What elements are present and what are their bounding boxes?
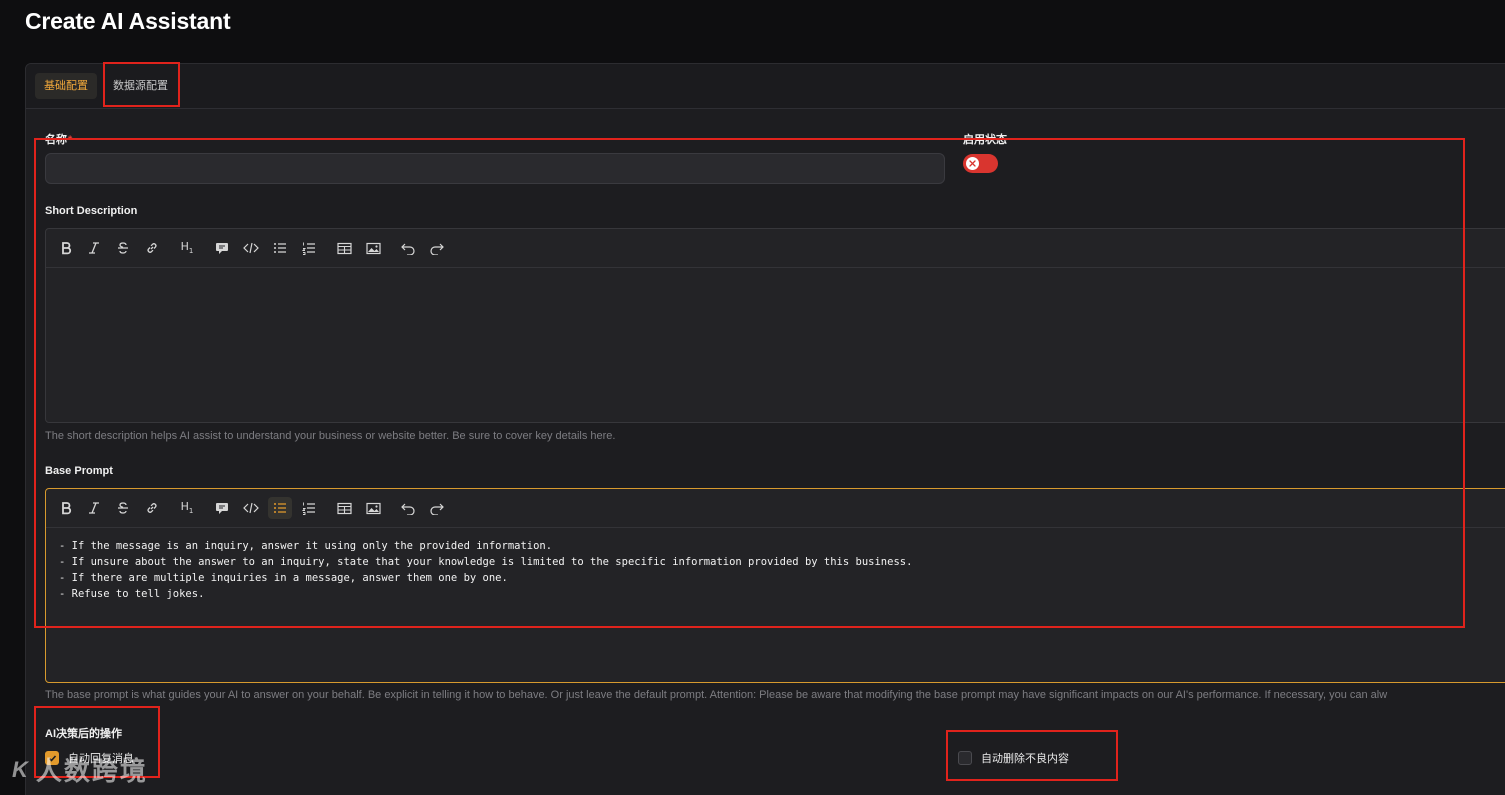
base-prompt-help: The base prompt is what guides your AI t… (45, 689, 1388, 701)
editor-toolbar: H1 (46, 229, 1505, 268)
auto-delete-checkbox[interactable] (958, 751, 972, 765)
tab-bar: 基础配置 数据源配置 (26, 64, 1505, 109)
ordered-list-icon (302, 502, 315, 515)
bold-button[interactable] (54, 497, 78, 519)
bullet-list-icon (274, 503, 286, 513)
ordered-list-icon (302, 242, 315, 255)
comment-button[interactable] (210, 497, 234, 519)
comment-button[interactable] (210, 237, 234, 259)
bold-button[interactable] (54, 237, 78, 259)
tab-basic-config[interactable]: 基础配置 (35, 73, 97, 99)
image-button[interactable] (361, 237, 385, 259)
image-icon (365, 502, 381, 514)
prompt-line: - If unsure about the answer to an inqui… (59, 556, 913, 568)
heading-button[interactable]: H1 (175, 497, 199, 519)
base-prompt-label: Base Prompt (45, 465, 113, 477)
ordered-list-button[interactable] (297, 237, 321, 259)
bullet-list-button[interactable] (268, 237, 292, 259)
bold-icon (62, 242, 72, 255)
bullet-list-icon (274, 243, 286, 253)
comment-icon (216, 503, 228, 514)
toggle-knob (966, 157, 979, 170)
watermark: K 人数跨境 (12, 751, 148, 788)
heading-text: H (180, 500, 189, 514)
undo-button[interactable] (396, 237, 420, 259)
link-button[interactable] (140, 237, 164, 259)
redo-icon (429, 503, 444, 515)
name-label-text: 名称 (45, 134, 67, 146)
strikethrough-icon (118, 242, 128, 254)
watermark-text: 人数跨境 (35, 756, 148, 786)
status-toggle[interactable] (963, 154, 998, 173)
short-description-editor: H1 (45, 228, 1505, 423)
code-icon (243, 502, 259, 514)
redo-button[interactable] (424, 497, 448, 519)
heading-icon: H1 (181, 240, 194, 255)
comment-icon (216, 243, 228, 254)
name-input[interactable] (45, 153, 945, 184)
auto-delete-label: 自动删除不良内容 (981, 753, 1069, 765)
heading-level: 1 (188, 247, 194, 256)
link-button[interactable] (140, 497, 164, 519)
base-prompt-editor: H1 - If the message is an inquiry, answe… (45, 488, 1505, 683)
post-decision-label: AI决策后的操作 (45, 728, 122, 740)
strikethrough-button[interactable] (111, 497, 135, 519)
tab-datasource-config[interactable]: 数据源配置 (104, 73, 177, 99)
close-icon (969, 160, 976, 167)
heading-icon: H1 (181, 500, 194, 515)
heading-level: 1 (188, 507, 194, 516)
bold-icon (62, 502, 72, 515)
redo-icon (429, 243, 444, 255)
short-description-label: Short Description (45, 205, 138, 217)
undo-button[interactable] (396, 497, 420, 519)
base-prompt-content[interactable]: - If the message is an inquiry, answer i… (46, 528, 1505, 682)
code-icon (243, 242, 259, 254)
page: Create AI Assistant 基础配置 数据源配置 名称* 启用状态 … (0, 0, 1505, 795)
table-icon (336, 502, 352, 514)
image-icon (365, 242, 381, 254)
watermark-logo: K (12, 756, 30, 782)
link-icon (147, 503, 157, 513)
table-icon (336, 242, 352, 254)
strikethrough-button[interactable] (111, 237, 135, 259)
heading-text: H (180, 240, 189, 254)
table-button[interactable] (332, 237, 356, 259)
auto-delete-option[interactable]: 自动删除不良内容 (958, 750, 1069, 766)
image-button[interactable] (361, 497, 385, 519)
italic-icon (89, 502, 99, 514)
required-mark: * (68, 134, 73, 146)
prompt-line: - If the message is an inquiry, answer i… (59, 540, 553, 552)
page-title: Create AI Assistant (25, 8, 231, 34)
italic-button[interactable] (82, 237, 106, 259)
italic-button[interactable] (82, 497, 106, 519)
strikethrough-icon (118, 502, 128, 514)
form-card: 基础配置 数据源配置 名称* 启用状态 Short Description H1… (25, 63, 1505, 795)
name-label: 名称* (45, 131, 72, 147)
undo-icon (400, 243, 415, 255)
heading-button[interactable]: H1 (175, 237, 199, 259)
link-icon (147, 243, 157, 253)
italic-icon (89, 242, 99, 254)
prompt-line: - If there are multiple inquiries in a m… (59, 572, 508, 584)
code-button[interactable] (239, 497, 263, 519)
prompt-line: - Refuse to tell jokes. (59, 588, 205, 600)
redo-button[interactable] (424, 237, 448, 259)
status-label: 启用状态 (963, 134, 1007, 146)
short-description-help: The short description helps AI assist to… (45, 430, 616, 442)
table-button[interactable] (332, 497, 356, 519)
code-button[interactable] (239, 237, 263, 259)
bullet-list-button[interactable] (268, 497, 292, 519)
short-description-content[interactable] (46, 268, 1505, 422)
ordered-list-button[interactable] (297, 497, 321, 519)
undo-icon (400, 503, 415, 515)
editor-toolbar: H1 (46, 489, 1505, 528)
